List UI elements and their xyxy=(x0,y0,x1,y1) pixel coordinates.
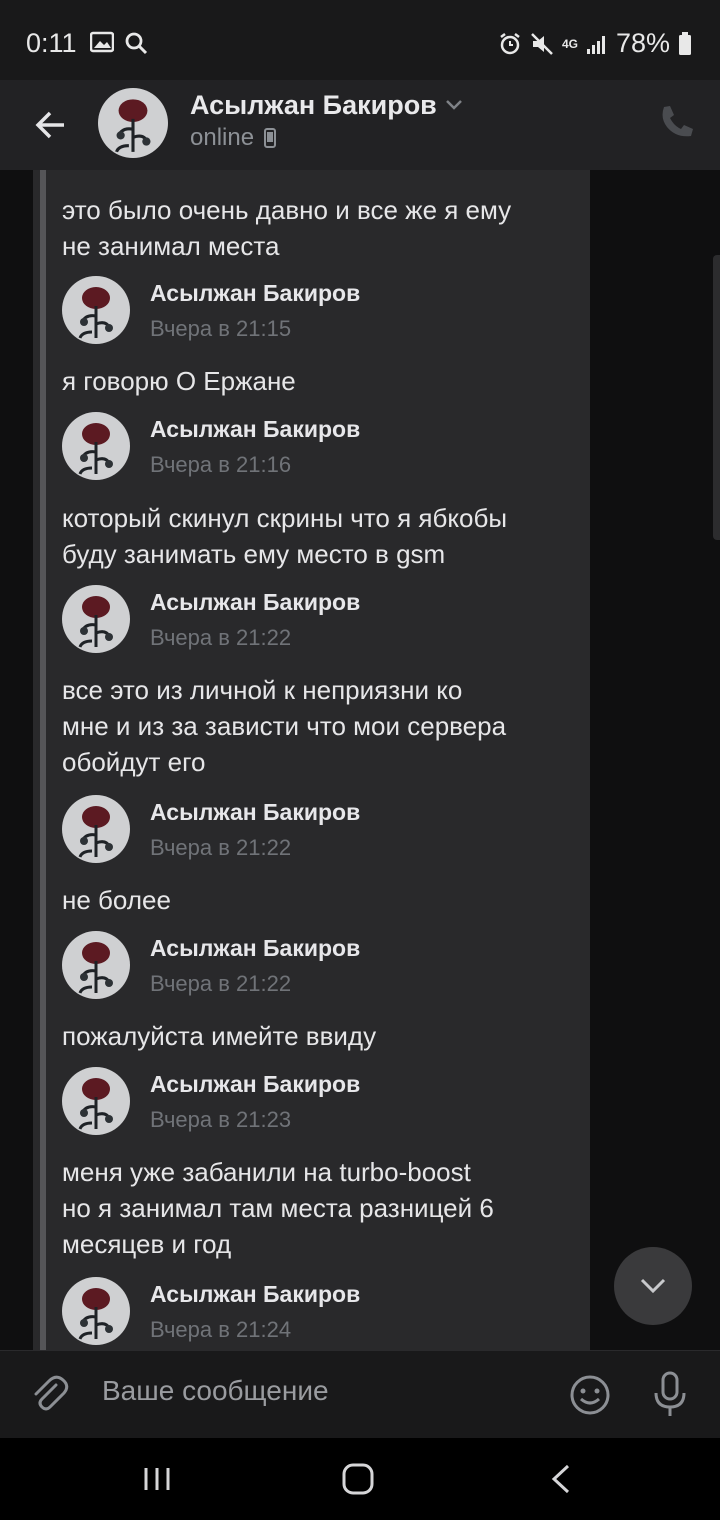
message-time: Вчера в 21:15 xyxy=(150,316,292,341)
avatar[interactable] xyxy=(62,276,130,344)
message-time: Вчера в 21:23 xyxy=(150,1107,292,1132)
avatar[interactable] xyxy=(62,1277,130,1345)
message-text: я говорю О Ержане xyxy=(62,366,296,396)
status-bar: 0:11 4G 78% xyxy=(0,0,720,80)
system-nav-bar xyxy=(0,1438,720,1520)
avatar[interactable] xyxy=(62,1067,130,1135)
paperclip-icon[interactable] xyxy=(28,1373,70,1415)
avatar[interactable] xyxy=(62,585,130,653)
status-time: 0:11 xyxy=(26,28,77,58)
chevron-down-icon xyxy=(640,1278,666,1294)
message-header: Асылжан Бакиров Вчера в 21:22 xyxy=(62,795,582,867)
contact-status: online xyxy=(190,124,255,151)
mute-icon xyxy=(531,32,553,55)
image-icon xyxy=(90,31,114,53)
emoji-icon[interactable] xyxy=(568,1373,612,1417)
message-time: Вчера в 21:16 xyxy=(150,452,292,477)
chevron-down-icon[interactable] xyxy=(444,98,464,112)
message-text: не более xyxy=(62,885,171,915)
battery-icon xyxy=(679,31,691,55)
quote-line xyxy=(40,170,46,1350)
message-time: Вчера в 21:22 xyxy=(150,971,292,996)
sender-name[interactable]: Асылжан Бакиров xyxy=(150,935,360,962)
message-header: Асылжан Бакиров Вчера в 21:22 xyxy=(62,585,582,657)
avatar[interactable] xyxy=(62,412,130,480)
message-list[interactable]: это было очень давно и все же я ему не з… xyxy=(0,170,720,1350)
avatar[interactable] xyxy=(62,931,130,999)
message-header: Асылжан Бакиров Вчера в 21:22 xyxy=(62,931,582,1003)
home-icon[interactable] xyxy=(340,1462,376,1496)
sender-name[interactable]: Асылжан Бакиров xyxy=(150,280,360,307)
alarm-icon xyxy=(500,32,520,54)
contact-name[interactable]: Асылжан Бакиров xyxy=(190,90,437,121)
scroll-down-button[interactable] xyxy=(614,1247,692,1325)
message-header: Асылжан Бакиров Вчера в 21:16 xyxy=(62,412,582,484)
chat-header: Асылжан Бакиров online xyxy=(0,80,720,170)
recents-icon[interactable] xyxy=(140,1464,174,1494)
phone-icon[interactable] xyxy=(656,102,696,142)
avatar[interactable] xyxy=(62,795,130,863)
message-composer: Ваше сообщение xyxy=(0,1350,720,1439)
back-icon[interactable] xyxy=(546,1462,576,1496)
message-time: Вчера в 21:22 xyxy=(150,835,292,860)
message-text: все это из личной к неприязни ко мне и и… xyxy=(62,675,507,777)
message-header: Асылжан Бакиров Вчера в 21:24 xyxy=(62,1277,582,1349)
sender-name[interactable]: Асылжан Бакиров xyxy=(150,416,360,443)
message-text: меня уже забанили на turbo-boost но я за… xyxy=(62,1157,494,1259)
sender-name[interactable]: Асылжан Бакиров xyxy=(150,589,360,616)
network-label: 4G xyxy=(561,36,578,51)
message-time: Вчера в 21:24 xyxy=(150,1317,292,1342)
message-text: который скинул скрины что я ябкобы буду … xyxy=(62,503,508,569)
search-icon xyxy=(125,32,148,55)
microphone-icon[interactable] xyxy=(650,1371,690,1419)
sender-name[interactable]: Асылжан Бакиров xyxy=(150,1281,360,1308)
message-header: Асылжан Бакиров Вчера в 21:23 xyxy=(62,1067,582,1139)
signal-icon xyxy=(586,35,605,54)
side-strip xyxy=(713,255,720,540)
battery-percent: 78% xyxy=(615,28,670,58)
sender-name[interactable]: Асылжан Бакиров xyxy=(150,799,360,826)
message-text: пожалуйста имейте ввиду xyxy=(62,1021,377,1051)
message-time: Вчера в 21:22 xyxy=(150,625,292,650)
mobile-icon xyxy=(264,128,277,148)
message-text: это было очень давно и все же я ему не з… xyxy=(62,195,512,261)
avatar[interactable] xyxy=(98,88,168,158)
back-arrow-icon[interactable] xyxy=(28,102,74,148)
message-input[interactable]: Ваше сообщение xyxy=(102,1375,329,1407)
sender-name[interactable]: Асылжан Бакиров xyxy=(150,1071,360,1098)
message-header: Асылжан Бакиров Вчера в 21:15 xyxy=(62,276,582,348)
